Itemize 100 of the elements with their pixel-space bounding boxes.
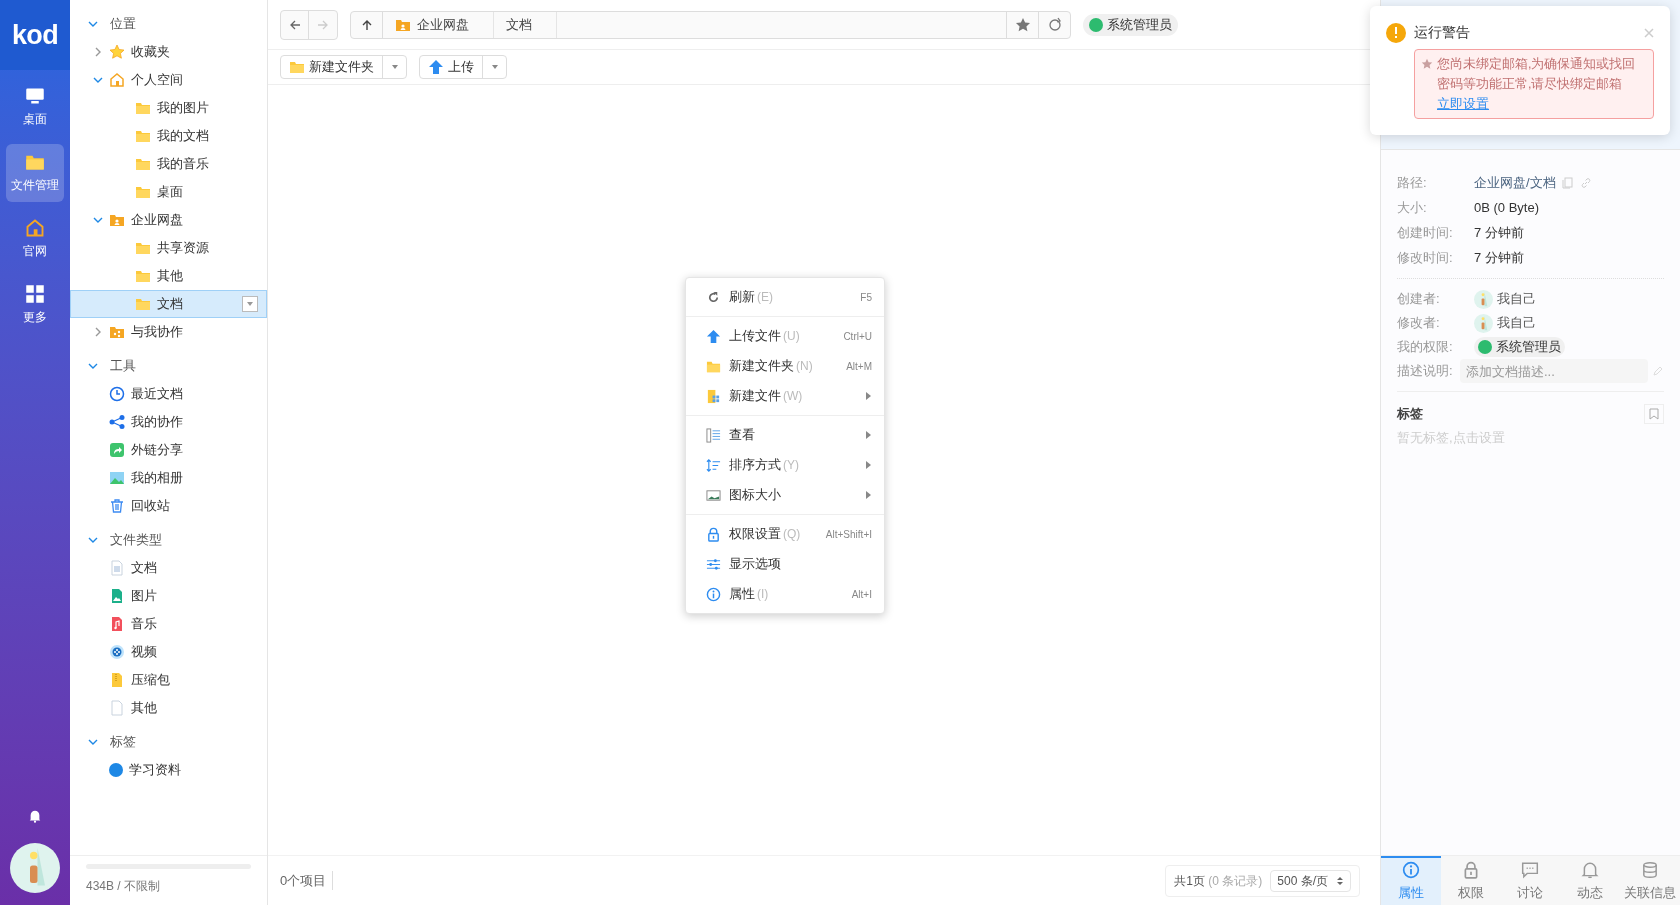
database-icon — [1641, 860, 1660, 879]
folder-user-icon — [109, 212, 125, 228]
action-button[interactable]: 上传 — [420, 56, 482, 78]
file-icon — [109, 700, 125, 716]
image-file-icon — [109, 588, 125, 604]
tree-item[interactable]: 音乐 — [70, 610, 267, 638]
chevron-right-icon[interactable] — [93, 47, 103, 57]
tree-label: 学习资料 — [129, 761, 181, 780]
menu-item[interactable]: 显示选项 — [686, 549, 884, 579]
description-field[interactable]: 添加文档描述... — [1460, 359, 1648, 383]
dropdown-toggle[interactable] — [242, 296, 258, 312]
prop-value: 我自己 — [1497, 290, 1536, 309]
section-header[interactable]: 标签 — [70, 728, 267, 756]
chevron-down-icon[interactable] — [93, 75, 103, 85]
tree-item[interactable]: 我的协作 — [70, 408, 267, 436]
folder-icon — [135, 184, 151, 200]
page-size-select[interactable]: 500 条/页 — [1270, 869, 1351, 892]
tree-item[interactable]: 压缩包 — [70, 666, 267, 694]
notification-bell-icon[interactable] — [28, 809, 42, 823]
arrow-left-icon — [288, 18, 301, 31]
chevron-down-icon[interactable] — [88, 535, 98, 545]
tags-title: 标签 — [1397, 405, 1423, 424]
tree-item[interactable]: 共享资源 — [70, 234, 267, 262]
tree-label: 音乐 — [131, 615, 157, 634]
tree-item[interactable]: 与我协作 — [70, 318, 267, 346]
chevron-down-icon[interactable] — [88, 737, 98, 747]
action-button[interactable]: 新建文件夹 — [281, 56, 382, 78]
upload-arrow-icon — [706, 328, 721, 344]
tree-item[interactable]: 回收站 — [70, 492, 267, 520]
storage-text: 434B / 不限制 — [86, 878, 162, 895]
tree-label: 我的协作 — [131, 413, 183, 432]
action-split-button[interactable]: 上传 — [419, 55, 507, 79]
action-split-button[interactable]: 新建文件夹 — [280, 55, 407, 79]
tree-item[interactable]: 收藏夹 — [70, 38, 267, 66]
caret-icon — [490, 63, 499, 71]
menu-item[interactable]: 属性(I) Alt+I — [686, 579, 884, 609]
panel-tab[interactable]: 权限 — [1440, 856, 1501, 905]
menu-item[interactable]: 查看 — [686, 420, 884, 450]
tree-item[interactable]: 我的相册 — [70, 464, 267, 492]
monitor-icon — [25, 86, 45, 106]
tree-item[interactable]: 我的音乐 — [70, 150, 267, 178]
tree-item[interactable]: 企业网盘 — [70, 206, 267, 234]
tree-item[interactable]: 个人空间 — [70, 66, 267, 94]
shortcut-text: Ctrl+U — [843, 329, 872, 344]
folder-icon — [135, 240, 151, 256]
tree-item[interactable]: 我的文档 — [70, 122, 267, 150]
home-icon — [109, 72, 125, 88]
tree-label: 个人空间 — [131, 71, 183, 90]
section-header[interactable]: 文件类型 — [70, 526, 267, 554]
menu-item[interactable]: 排序方式(Y) — [686, 450, 884, 480]
section-header[interactable]: 工具 — [70, 352, 267, 380]
breadcrumb[interactable]: 文档 — [494, 11, 557, 38]
page-count: 共1页 (0 条记录) — [1174, 872, 1263, 890]
tree-label: 外链分享 — [131, 441, 183, 460]
tree-item[interactable]: 学习资料 — [70, 756, 267, 784]
chat-icon — [1521, 860, 1540, 879]
tree-item[interactable]: 桌面 — [70, 178, 267, 206]
star-icon — [1421, 58, 1433, 70]
tree-item[interactable]: 文档 — [70, 290, 267, 318]
tree-label: 共享资源 — [157, 239, 209, 258]
nav-item[interactable]: 官网 — [6, 210, 64, 268]
chevron-right-icon[interactable] — [93, 327, 103, 337]
chevron-down-icon[interactable] — [88, 19, 98, 29]
menu-item[interactable]: 图标大小 — [686, 480, 884, 510]
panel-tab[interactable]: 讨论 — [1500, 856, 1561, 905]
sort-caret-icon — [1336, 875, 1344, 886]
panel-tab[interactable]: 动态 — [1560, 856, 1621, 905]
menu-item[interactable]: 新建文件(W) — [686, 381, 884, 411]
tree-item[interactable]: 最近文档 — [70, 380, 267, 408]
tree-item[interactable]: 我的图片 — [70, 94, 267, 122]
tree-item[interactable]: 视频 — [70, 638, 267, 666]
tree-item[interactable]: 文档 — [70, 554, 267, 582]
menu-item[interactable]: 上传文件(U) Ctrl+U — [686, 321, 884, 351]
tree-item[interactable]: 外链分享 — [70, 436, 267, 464]
tree-label: 我的文档 — [157, 127, 209, 146]
chevron-down-icon[interactable] — [93, 215, 103, 225]
prop-label: 创建时间: — [1397, 223, 1454, 242]
tree-label: 图片 — [131, 587, 157, 606]
nav-item[interactable]: 桌面 — [6, 78, 64, 136]
section-header[interactable]: 位置 — [70, 10, 267, 38]
prop-value: 7 分钟前 — [1474, 248, 1524, 267]
breadcrumb[interactable]: 企业网盘 — [383, 11, 494, 38]
prop-label: 修改者: — [1397, 314, 1441, 333]
prop-label: 我的权限: — [1397, 338, 1454, 357]
role-badge: 系统管理员 — [1474, 337, 1565, 357]
tree-item[interactable]: 图片 — [70, 582, 267, 610]
star-icon — [109, 44, 125, 60]
nav-item[interactable]: 更多 — [6, 276, 64, 334]
tree-item[interactable]: 其他 — [70, 262, 267, 290]
prop-value[interactable]: 企业网盘/文档 — [1474, 172, 1556, 193]
avatar — [10, 843, 60, 893]
chevron-down-icon[interactable] — [88, 361, 98, 371]
nav-item[interactable]: 文件管理 — [6, 144, 64, 202]
tree-item[interactable]: 其他 — [70, 694, 267, 722]
menu-item[interactable]: 刷新(E) F5 — [686, 282, 884, 312]
tree-label: 收藏夹 — [131, 43, 170, 62]
menu-item[interactable]: 新建文件夹(N) Alt+M — [686, 351, 884, 381]
panel-tab[interactable]: 关联信息 — [1620, 856, 1680, 905]
menu-item[interactable]: 权限设置(Q) Alt+Shift+I — [686, 519, 884, 549]
prop-value: 7 分钟前 — [1474, 223, 1524, 242]
